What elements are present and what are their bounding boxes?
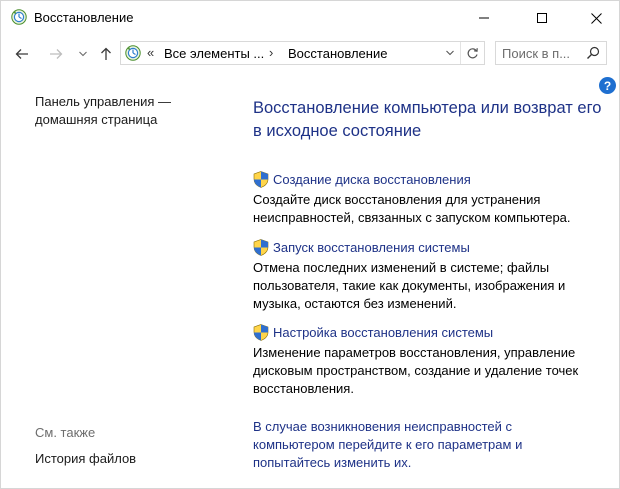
- recovery-icon: [11, 9, 27, 25]
- address-dropdown-button[interactable]: [441, 42, 459, 64]
- maximize-button[interactable]: [519, 1, 565, 35]
- search-box[interactable]: [495, 41, 607, 65]
- task-description: Отмена последних изменений в системе; фа…: [253, 260, 566, 311]
- task-open-system-restore: Запуск восстановления системы Отмена пос…: [253, 239, 603, 313]
- help-button[interactable]: ?: [599, 77, 616, 94]
- close-button[interactable]: [573, 1, 619, 35]
- recovery-window: Восстановление « Все элементы ... › Восс…: [0, 0, 620, 489]
- arrow-up-icon: [101, 47, 111, 60]
- uac-shield-icon: [253, 239, 269, 256]
- help-icon: ?: [603, 78, 612, 93]
- maximize-icon: [537, 13, 547, 23]
- see-also-heading: См. также: [35, 425, 96, 440]
- open-system-restore-link[interactable]: Запуск восстановления системы: [273, 240, 470, 255]
- minimize-button[interactable]: [461, 1, 507, 35]
- chevron-down-icon: [79, 51, 87, 57]
- file-history-link[interactable]: История файлов: [35, 451, 136, 466]
- address-bar[interactable]: « Все элементы ... › Восстановление: [120, 41, 485, 65]
- breadcrumb-overflow[interactable]: «: [147, 45, 154, 60]
- page-title: Восстановление компьютера или возврат ег…: [253, 99, 602, 140]
- back-button[interactable]: [13, 45, 31, 63]
- title-bar: Восстановление: [1, 1, 619, 35]
- recent-locations-button[interactable]: [77, 45, 89, 63]
- uac-shield-icon: [253, 171, 269, 188]
- chevron-down-icon: [446, 50, 454, 56]
- forward-button[interactable]: [47, 45, 65, 63]
- up-button[interactable]: [97, 45, 115, 63]
- troubleshoot-settings-link[interactable]: В случае возникновения неисправностей с …: [253, 418, 573, 472]
- navigation-bar: « Все элементы ... › Восстановление: [1, 35, 619, 73]
- arrow-right-icon: [50, 49, 63, 59]
- breadcrumb-recovery[interactable]: Восстановление: [288, 46, 387, 61]
- arrow-left-icon: [15, 49, 28, 59]
- refresh-button[interactable]: [460, 42, 484, 64]
- configure-system-restore-link[interactable]: Настройка восстановления системы: [273, 325, 493, 340]
- recovery-icon: [125, 45, 141, 61]
- control-panel-home-link[interactable]: Панель управления — домашняя страница: [35, 93, 205, 129]
- task-description: Создайте диск восстановления для устране…: [253, 192, 571, 225]
- task-create-recovery-drive: Создание диска восстановления Создайте д…: [253, 171, 603, 227]
- task-description: Изменение параметров восстановления, упр…: [253, 345, 579, 396]
- close-icon: [590, 12, 602, 24]
- breadcrumb-separator[interactable]: ›: [269, 45, 273, 60]
- refresh-icon: [467, 47, 478, 58]
- create-recovery-drive-link[interactable]: Создание диска восстановления: [273, 172, 471, 187]
- window-title: Восстановление: [34, 10, 134, 25]
- search-input[interactable]: [502, 45, 582, 61]
- breadcrumb-all-items[interactable]: Все элементы ...: [164, 46, 264, 61]
- task-configure-system-restore: Настройка восстановления системы Изменен…: [253, 324, 603, 398]
- uac-shield-icon: [253, 324, 269, 341]
- minimize-icon: [479, 17, 489, 19]
- search-icon[interactable]: [586, 46, 600, 60]
- left-pane: Панель управления — домашняя страница См…: [1, 73, 231, 488]
